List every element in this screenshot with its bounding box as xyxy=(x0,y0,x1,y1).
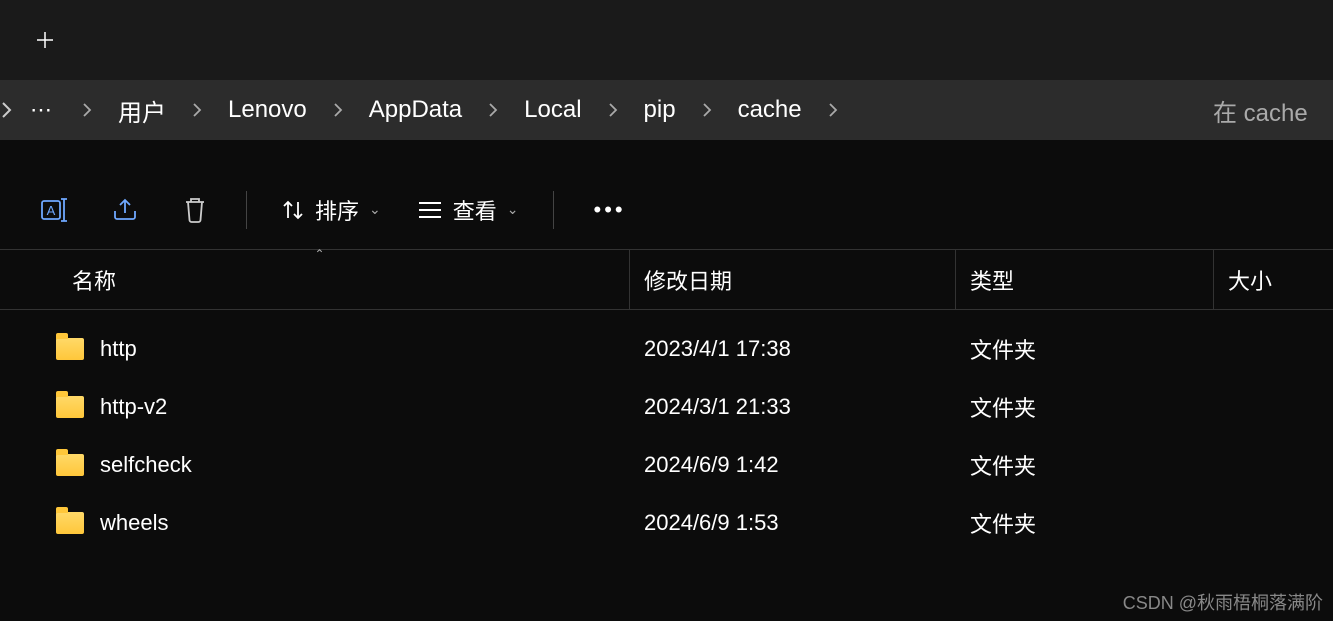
breadcrumb-item[interactable]: AppData xyxy=(361,92,470,128)
tab-bar xyxy=(0,0,1333,80)
breadcrumb-item[interactable]: 用户 xyxy=(110,89,174,132)
chevron-right-icon xyxy=(684,102,730,118)
column-name-label: 名称 xyxy=(72,264,116,296)
chevron-right-icon xyxy=(810,102,856,118)
more-button[interactable]: ••• xyxy=(570,197,650,223)
chevron-right-icon xyxy=(174,102,220,118)
divider xyxy=(553,191,554,229)
sort-asc-icon: ⌃ xyxy=(315,247,325,261)
file-date: 2024/6/9 1:53 xyxy=(630,510,956,536)
breadcrumb-item[interactable]: pip xyxy=(636,92,684,128)
chevron-right-icon xyxy=(470,102,516,118)
folder-icon xyxy=(56,454,84,476)
file-name: wheels xyxy=(100,510,168,536)
view-label: 查看 xyxy=(453,194,497,226)
folder-icon xyxy=(56,338,84,360)
breadcrumb-item[interactable]: cache xyxy=(730,92,810,128)
chevron-right-icon[interactable] xyxy=(0,101,20,119)
column-size[interactable]: 大小 xyxy=(1214,250,1333,309)
toolbar: A 排序 ⌄ 查看 ⌄ ••• xyxy=(0,170,1333,250)
file-name: http xyxy=(100,336,137,362)
column-name[interactable]: 名称 ⌃ xyxy=(0,250,630,309)
file-type: 文件夹 xyxy=(956,449,1214,481)
file-row[interactable]: http 2023/4/1 17:38 文件夹 xyxy=(0,320,1333,378)
file-type: 文件夹 xyxy=(956,507,1214,539)
chevron-down-icon: ⌄ xyxy=(369,201,381,218)
view-button[interactable]: 查看 ⌄ xyxy=(399,184,537,236)
spacer xyxy=(0,140,1333,170)
svg-text:A: A xyxy=(47,203,56,218)
file-type: 文件夹 xyxy=(956,333,1214,365)
breadcrumb-overflow[interactable]: ⋯ xyxy=(20,97,64,123)
share-icon[interactable] xyxy=(90,180,160,240)
sort-label: 排序 xyxy=(315,194,359,226)
file-name: selfcheck xyxy=(100,452,192,478)
file-date: 2024/6/9 1:42 xyxy=(630,452,956,478)
address-bar: ⋯ 用户 Lenovo AppData Local pip cache 在 ca… xyxy=(0,80,1333,140)
breadcrumb-item[interactable]: Lenovo xyxy=(220,92,315,128)
column-date[interactable]: 修改日期 xyxy=(630,250,956,309)
search-input[interactable]: 在 cache xyxy=(1193,80,1333,140)
rename-icon[interactable]: A xyxy=(20,180,90,240)
watermark: CSDN @秋雨梧桐落满阶 xyxy=(1123,589,1323,615)
file-date: 2023/4/1 17:38 xyxy=(630,336,956,362)
file-type: 文件夹 xyxy=(956,391,1214,423)
new-tab-button[interactable] xyxy=(20,15,70,65)
chevron-right-icon xyxy=(590,102,636,118)
breadcrumb-item[interactable]: Local xyxy=(516,92,589,128)
divider xyxy=(246,191,247,229)
column-headers: 名称 ⌃ 修改日期 类型 大小 xyxy=(0,250,1333,310)
view-icon xyxy=(417,200,443,220)
sort-button[interactable]: 排序 ⌄ xyxy=(263,184,399,236)
folder-icon xyxy=(56,396,84,418)
file-list: http 2023/4/1 17:38 文件夹 http-v2 2024/3/1… xyxy=(0,310,1333,552)
column-type[interactable]: 类型 xyxy=(956,250,1214,309)
delete-icon[interactable] xyxy=(160,180,230,240)
chevron-down-icon: ⌄ xyxy=(507,201,519,218)
file-date: 2024/3/1 21:33 xyxy=(630,394,956,420)
folder-icon xyxy=(56,512,84,534)
file-name-cell: http xyxy=(0,336,630,362)
breadcrumb: ⋯ 用户 Lenovo AppData Local pip cache xyxy=(20,89,1169,132)
file-name-cell: wheels xyxy=(0,510,630,536)
file-row[interactable]: wheels 2024/6/9 1:53 文件夹 xyxy=(0,494,1333,552)
file-row[interactable]: http-v2 2024/3/1 21:33 文件夹 xyxy=(0,378,1333,436)
sort-icon xyxy=(281,198,305,222)
file-row[interactable]: selfcheck 2024/6/9 1:42 文件夹 xyxy=(0,436,1333,494)
file-name: http-v2 xyxy=(100,394,167,420)
file-name-cell: selfcheck xyxy=(0,452,630,478)
file-name-cell: http-v2 xyxy=(0,394,630,420)
chevron-right-icon xyxy=(64,102,110,118)
chevron-right-icon xyxy=(315,102,361,118)
